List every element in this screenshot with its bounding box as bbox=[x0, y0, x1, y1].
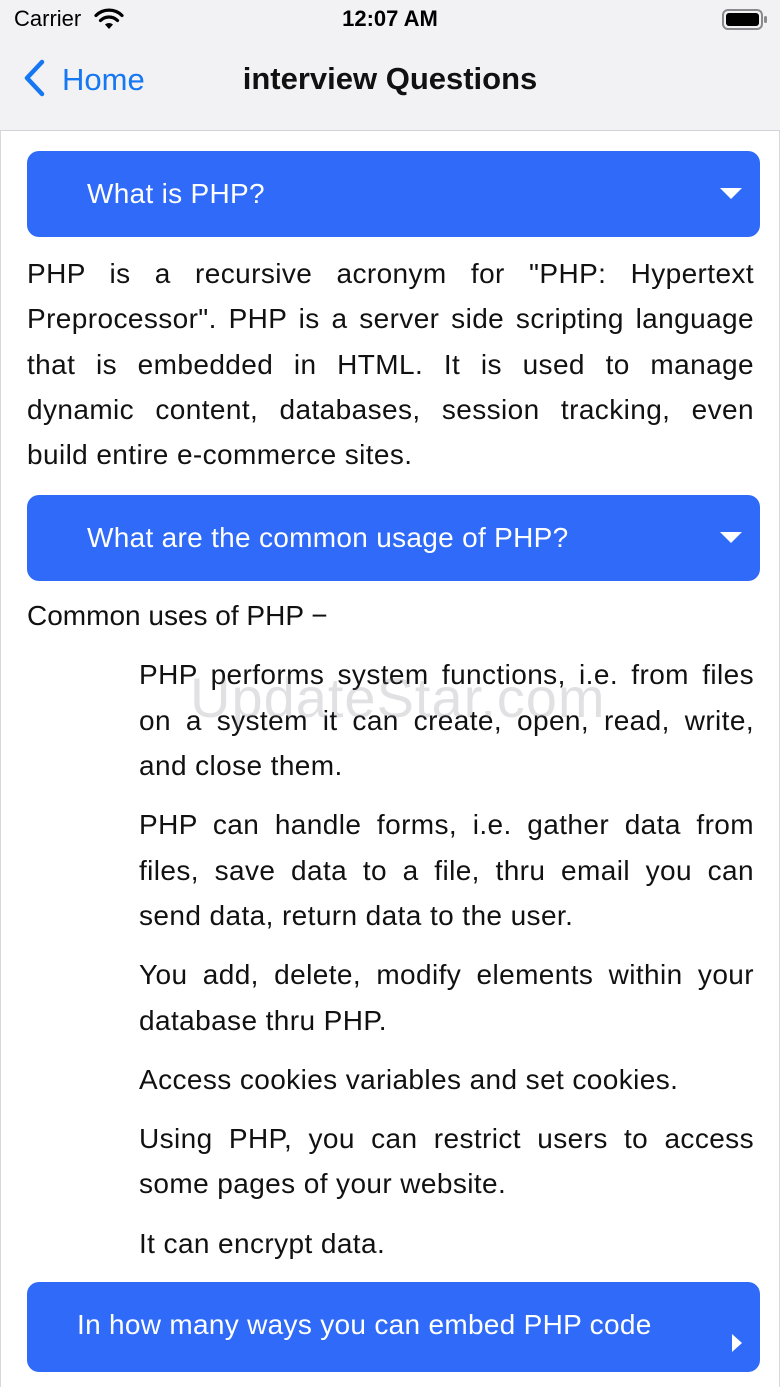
list-item: You add, delete, modify elements within … bbox=[139, 959, 754, 1036]
faq-list: What is PHP? PHP is a recursive acronym … bbox=[27, 151, 760, 1373]
faq-header-embed-php[interactable]: In how many ways you can embed PHP code bbox=[27, 1282, 760, 1373]
status-bar: Carrier 12:07 AM bbox=[0, 0, 780, 40]
battery-icon bbox=[722, 9, 768, 36]
faq-header-what-is-php[interactable]: What is PHP? bbox=[27, 151, 760, 237]
caret-down-icon bbox=[720, 532, 742, 544]
caret-right-icon bbox=[732, 1334, 742, 1353]
list-item: PHP can handle forms, i.e. gather data f… bbox=[139, 809, 754, 931]
list-item: Access cookies variables and set cookies… bbox=[139, 1063, 679, 1095]
faq-answer-intro: Common uses of PHP − bbox=[27, 600, 328, 632]
status-time: 12:07 AM bbox=[342, 6, 438, 31]
caret-down-icon bbox=[720, 188, 742, 199]
list-item: It can encrypt data. bbox=[139, 1227, 386, 1259]
page-title: interview Questions bbox=[242, 61, 538, 96]
faq-question: In how many ways you can embed PHP code bbox=[77, 1309, 652, 1341]
list-item: PHP performs system functions, i.e. from… bbox=[139, 659, 754, 782]
faq-answer: PHP is a recursive acronym for "PHP: Hyp… bbox=[27, 258, 754, 471]
faq-question: What is PHP? bbox=[87, 178, 265, 209]
faq-header-common-usage[interactable]: What are the common usage of PHP? bbox=[27, 495, 760, 582]
content-frame[interactable]: What is PHP? PHP is a recursive acronym … bbox=[0, 131, 780, 1387]
faq-question: What are the common usage of PHP? bbox=[87, 522, 569, 554]
navigation-bar: Home interview Questions bbox=[0, 40, 780, 131]
usage-list: PHP performs system functions, i.e. from… bbox=[139, 652, 754, 1266]
list-item: Using PHP, you can restrict users to acc… bbox=[139, 1123, 754, 1200]
